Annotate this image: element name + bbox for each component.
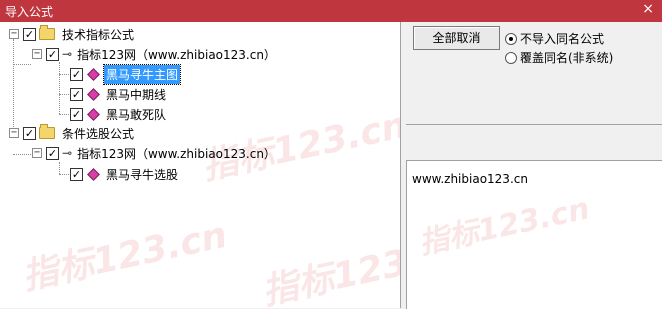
- formula-icon: [87, 67, 100, 81]
- checkbox[interactable]: ✓: [46, 47, 59, 61]
- watermark-text: 指标123.cn: [18, 214, 231, 299]
- node-label: 条件选股公式: [62, 126, 135, 141]
- node-label: 黑马寻牛选股: [106, 167, 179, 182]
- folder-icon: [39, 25, 55, 40]
- divider: [406, 124, 662, 125]
- collapse-toggle[interactable]: −: [32, 49, 42, 59]
- radio-label: 不导入同名公式: [520, 32, 605, 46]
- key-icon: ⊸: [62, 47, 73, 61]
- checkbox[interactable]: ✓: [70, 167, 83, 181]
- checkbox[interactable]: ✓: [46, 146, 59, 160]
- formula-tree[interactable]: 指标123.cn 指标123.cn 指标123.cn − ✓ 技术指标公式 − …: [0, 22, 401, 308]
- cancel-all-button[interactable]: 全部取消: [413, 26, 500, 50]
- key-icon: ⊸: [62, 146, 73, 160]
- info-panel: www.zhibiao123.cn 指标123.cn: [406, 160, 662, 309]
- radio-no-import-same[interactable]: 不导入同名公式: [505, 30, 604, 47]
- formula-icon: [87, 167, 100, 181]
- info-url: www.zhibiao123.cn: [412, 172, 528, 186]
- checkbox[interactable]: ✓: [70, 87, 83, 101]
- checkbox[interactable]: ✓: [70, 67, 83, 81]
- tree-item-formula[interactable]: ✓ 黑马敢死队: [70, 104, 168, 124]
- close-icon[interactable]: ×: [642, 1, 654, 17]
- tree-node-zhibiao-group[interactable]: − ✓ ⊸ 指标123网（www.zhibiao123.cn）: [32, 44, 278, 64]
- tree-node-stock-screening[interactable]: − ✓ 条件选股公式: [9, 123, 136, 143]
- collapse-toggle[interactable]: −: [9, 128, 19, 138]
- collapse-toggle[interactable]: −: [9, 29, 19, 39]
- radio-label: 覆盖同名(非系统): [520, 51, 614, 65]
- formula-icon: [87, 87, 100, 101]
- formula-icon: [87, 107, 100, 121]
- radio-overwrite-same[interactable]: 覆盖同名(非系统): [505, 49, 613, 66]
- node-label: 技术指标公式: [62, 27, 135, 42]
- node-label: 黑马中期线: [106, 87, 167, 102]
- tree-item-formula[interactable]: ✓ 黑马寻牛主图: [70, 63, 182, 85]
- tree-item-formula[interactable]: ✓ 黑马寻牛选股: [70, 164, 180, 184]
- tree-node-tech-indicators[interactable]: − ✓ 技术指标公式: [9, 24, 136, 44]
- title-bar: 导入公式 ×: [0, 0, 662, 22]
- watermark-text: 指标123.cn: [258, 229, 401, 308]
- node-label: 黑马寻牛主图: [102, 63, 182, 85]
- checkbox[interactable]: ✓: [70, 107, 83, 121]
- window-title: 导入公式: [5, 5, 54, 19]
- tree-node-zhibiao-group[interactable]: − ✓ ⊸ 指标123网（www.zhibiao123.cn）: [32, 143, 278, 163]
- checkbox[interactable]: ✓: [23, 27, 36, 41]
- node-label: 指标123网（www.zhibiao123.cn）: [77, 146, 276, 161]
- radio-selected-icon[interactable]: [505, 32, 517, 45]
- node-label: 黑马敢死队: [106, 107, 167, 122]
- checkbox[interactable]: ✓: [23, 126, 36, 140]
- node-label: 指标123网（www.zhibiao123.cn）: [77, 47, 276, 62]
- radio-unselected-icon[interactable]: [505, 51, 517, 64]
- watermark-text: 指标123.cn: [415, 191, 593, 262]
- collapse-toggle[interactable]: −: [32, 148, 42, 158]
- tree-item-formula[interactable]: ✓ 黑马中期线: [70, 84, 168, 104]
- folder-icon: [39, 124, 55, 139]
